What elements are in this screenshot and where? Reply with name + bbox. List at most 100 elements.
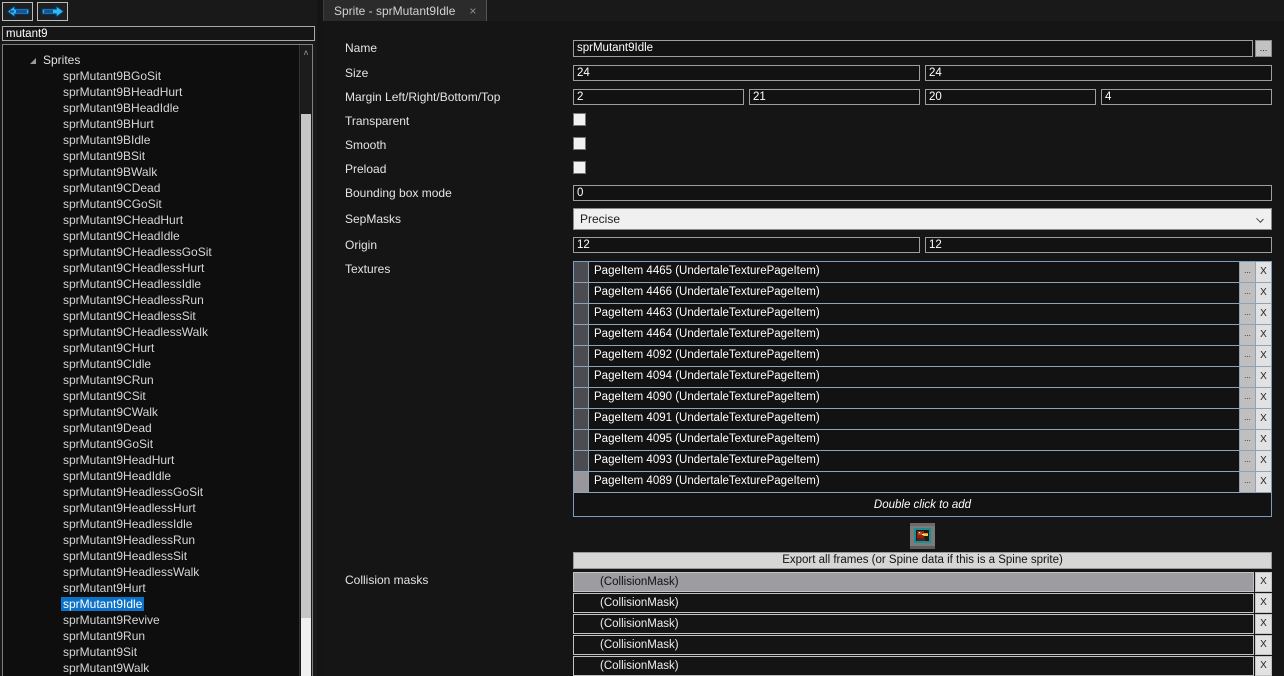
row-selector[interactable] (574, 409, 589, 429)
texture-more-button[interactable]: ... (1239, 451, 1255, 471)
tree-item[interactable]: sprMutant9HeadIdle (3, 468, 312, 484)
row-selector[interactable] (574, 262, 589, 282)
row-selector[interactable] (574, 346, 589, 366)
texture-more-button[interactable]: ... (1239, 283, 1255, 303)
texture-remove-button[interactable]: X (1255, 346, 1271, 366)
texture-page-item[interactable]: PageItem 4093 (UndertaleTexturePageItem) (589, 451, 1239, 471)
collision-mask-remove-button[interactable]: X (1255, 614, 1272, 634)
tree-item[interactable]: sprMutant9CRun (3, 372, 312, 388)
tree-item[interactable]: sprMutant9BGoSit (3, 68, 312, 84)
sepmasks-dropdown[interactable]: Precise (573, 208, 1272, 230)
texture-page-item[interactable]: PageItem 4089 (UndertaleTexturePageItem) (589, 472, 1239, 492)
texture-remove-button[interactable]: X (1255, 451, 1271, 471)
collision-mask-item[interactable]: (CollisionMask) (573, 593, 1254, 613)
texture-page-item[interactable]: PageItem 4465 (UndertaleTexturePageItem) (589, 262, 1239, 282)
size-height-input[interactable]: 24 (925, 65, 1272, 81)
texture-row[interactable]: PageItem 4092 (UndertaleTexturePageItem)… (574, 346, 1271, 367)
tree-item[interactable]: sprMutant9HeadlessIdle (3, 516, 312, 532)
tree-item[interactable]: sprMutant9CHurt (3, 340, 312, 356)
collision-mask-item[interactable]: (CollisionMask) (573, 572, 1254, 592)
tree-item[interactable]: sprMutant9Dead (3, 420, 312, 436)
tree-item[interactable]: sprMutant9CHeadlessSit (3, 308, 312, 324)
back-button[interactable] (2, 2, 33, 21)
collision-mask-remove-button[interactable]: X (1255, 593, 1272, 613)
texture-remove-button[interactable]: X (1255, 388, 1271, 408)
tree-item[interactable]: sprMutant9Run (3, 628, 312, 644)
texture-more-button[interactable]: ... (1239, 304, 1255, 324)
tree-item[interactable]: sprMutant9Sit (3, 644, 312, 660)
row-selector[interactable] (574, 283, 589, 303)
texture-row[interactable]: PageItem 4465 (UndertaleTexturePageItem)… (574, 262, 1271, 283)
add-texture-row[interactable]: Double click to add (574, 493, 1271, 516)
texture-remove-button[interactable]: X (1255, 283, 1271, 303)
tree-item[interactable]: sprMutant9HeadlessHurt (3, 500, 312, 516)
smooth-checkbox[interactable] (573, 137, 586, 150)
tree-node-sprites[interactable]: Sprites (3, 45, 312, 68)
tree-item[interactable]: sprMutant9HeadlessRun (3, 532, 312, 548)
transparent-checkbox[interactable] (573, 113, 586, 126)
tree-item[interactable]: sprMutant9Revive (3, 612, 312, 628)
texture-page-item[interactable]: PageItem 4463 (UndertaleTexturePageItem) (589, 304, 1239, 324)
tree-item[interactable]: sprMutant9CHeadHurt (3, 212, 312, 228)
collision-mask-remove-button[interactable]: X (1255, 656, 1272, 676)
margin-right-input[interactable]: 21 (749, 89, 920, 105)
texture-remove-button[interactable]: X (1255, 325, 1271, 345)
tree-item[interactable]: sprMutant9Idle (3, 596, 312, 612)
texture-remove-button[interactable]: X (1255, 430, 1271, 450)
texture-row[interactable]: PageItem 4089 (UndertaleTexturePageItem)… (574, 472, 1271, 493)
size-width-input[interactable]: 24 (573, 65, 920, 81)
tree-item[interactable]: sprMutant9BHurt (3, 116, 312, 132)
texture-more-button[interactable]: ... (1239, 409, 1255, 429)
bounding-box-mode-input[interactable]: 0 (573, 185, 1272, 201)
texture-remove-button[interactable]: X (1255, 367, 1271, 387)
texture-page-item[interactable]: PageItem 4092 (UndertaleTexturePageItem) (589, 346, 1239, 366)
margin-top-input[interactable]: 4 (1101, 89, 1272, 105)
texture-more-button[interactable]: ... (1239, 262, 1255, 282)
tree-item[interactable]: sprMutant9CWalk (3, 404, 312, 420)
texture-page-item[interactable]: PageItem 4095 (UndertaleTexturePageItem) (589, 430, 1239, 450)
row-selector[interactable] (574, 388, 589, 408)
collision-mask-row[interactable]: (CollisionMask) X (573, 593, 1272, 613)
tree-item[interactable]: sprMutant9HeadlessSit (3, 548, 312, 564)
collision-mask-item[interactable]: (CollisionMask) (573, 635, 1254, 655)
texture-remove-button[interactable]: X (1255, 472, 1271, 492)
preload-checkbox[interactable] (573, 161, 586, 174)
texture-page-item[interactable]: PageItem 4091 (UndertaleTexturePageItem) (589, 409, 1239, 429)
texture-row[interactable]: PageItem 4094 (UndertaleTexturePageItem)… (574, 367, 1271, 388)
tab-sprite[interactable]: Sprite - sprMutant9Idle × (323, 0, 487, 21)
forward-button[interactable] (37, 2, 68, 21)
texture-more-button[interactable]: ... (1239, 346, 1255, 366)
tree-item[interactable]: sprMutant9HeadlessWalk (3, 564, 312, 580)
texture-more-button[interactable]: ... (1239, 430, 1255, 450)
tree-item[interactable]: sprMutant9CHeadlessHurt (3, 260, 312, 276)
tree-item[interactable]: sprMutant9BWalk (3, 164, 312, 180)
texture-more-button[interactable]: ... (1239, 388, 1255, 408)
collision-mask-remove-button[interactable]: X (1255, 635, 1272, 655)
scrollbar-thumb[interactable] (301, 114, 311, 618)
tree-scrollbar[interactable]: ˄ (299, 45, 312, 676)
tree-item[interactable]: sprMutant9CHeadlessWalk (3, 324, 312, 340)
texture-row[interactable]: PageItem 4091 (UndertaleTexturePageItem)… (574, 409, 1271, 430)
sprite-preview-thumbnail[interactable] (910, 523, 935, 549)
tree-item[interactable]: sprMutant9BHeadHurt (3, 84, 312, 100)
texture-remove-button[interactable]: X (1255, 409, 1271, 429)
texture-page-item[interactable]: PageItem 4090 (UndertaleTexturePageItem) (589, 388, 1239, 408)
tree-item[interactable]: sprMutant9CHeadlessGoSit (3, 244, 312, 260)
tree-item[interactable]: sprMutant9HeadlessGoSit (3, 484, 312, 500)
tree-item[interactable]: sprMutant9Walk (3, 660, 312, 676)
texture-more-button[interactable]: ... (1239, 325, 1255, 345)
texture-page-item[interactable]: PageItem 4094 (UndertaleTexturePageItem) (589, 367, 1239, 387)
margin-left-input[interactable]: 2 (573, 89, 744, 105)
texture-page-item[interactable]: PageItem 4464 (UndertaleTexturePageItem) (589, 325, 1239, 345)
tree-item[interactable]: sprMutant9Hurt (3, 580, 312, 596)
texture-row[interactable]: PageItem 4095 (UndertaleTexturePageItem)… (574, 430, 1271, 451)
row-selector[interactable] (574, 472, 589, 492)
expander-icon[interactable] (30, 58, 36, 64)
tab-close-icon[interactable]: × (469, 4, 476, 18)
tree-item[interactable]: sprMutant9CDead (3, 180, 312, 196)
tree-item[interactable]: sprMutant9GoSit (3, 436, 312, 452)
texture-row[interactable]: PageItem 4464 (UndertaleTexturePageItem)… (574, 325, 1271, 346)
tree-item[interactable]: sprMutant9HeadHurt (3, 452, 312, 468)
texture-remove-button[interactable]: X (1255, 304, 1271, 324)
tree-item[interactable]: sprMutant9BHeadIdle (3, 100, 312, 116)
